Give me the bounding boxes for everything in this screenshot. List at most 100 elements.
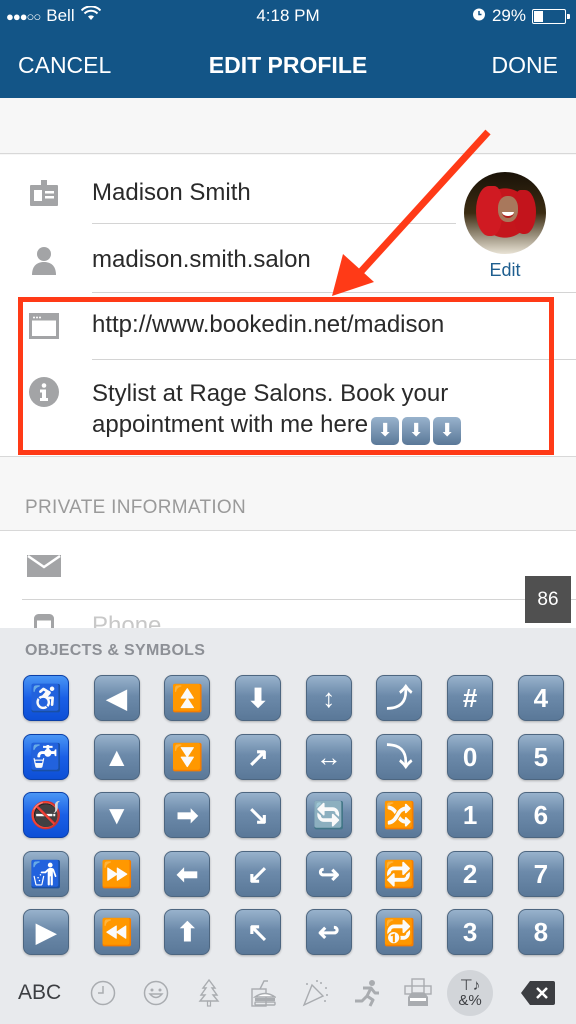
emoji-key-curve-down-arrow[interactable]: ⤵	[376, 733, 423, 780]
down-right-arrow-icon: ↘	[247, 800, 269, 830]
bio-line-1: Stylist at Rage Salons. Book your	[92, 380, 449, 407]
up-triangle-icon: ▲	[103, 741, 130, 772]
emoji-key-left-triangle[interactable]: ◀	[93, 675, 140, 721]
shuffle-icon: 🔀	[383, 800, 416, 830]
emoji-key-no-smoking[interactable]: 🚭	[23, 792, 69, 838]
abc-keyboard-button[interactable]: ABC	[18, 976, 61, 1010]
emoji-key-shuffle[interactable]: 🔀	[376, 792, 423, 838]
browser-window-icon	[27, 309, 61, 343]
emoji-key-up-triangle[interactable]: ▲	[93, 733, 140, 780]
emoji-key-play[interactable]: ▶	[23, 909, 69, 955]
emoji-key-curve-up-arrow[interactable]: ⤴	[376, 675, 423, 721]
emoji-key-digit-4[interactable]: 4	[517, 675, 564, 721]
symbols-emoji-tab[interactable]: ⊤♪ &%	[447, 970, 493, 1016]
emoji-key-digit-1[interactable]: 1	[447, 792, 494, 838]
emoji-key-up-arrow[interactable]: ⬆	[164, 909, 211, 955]
left-right-arrow-icon: ↔	[315, 741, 342, 772]
emoji-key-double-down[interactable]: ⏬	[164, 733, 211, 780]
digit-8-icon: 8	[533, 917, 549, 947]
left-triangle-icon: ◀	[106, 683, 127, 713]
up-left-arrow-icon: ↖	[247, 917, 269, 947]
top-bar: ●●●○○ Bell 4:18 PM 29% CANCEL EDIT PROFI…	[0, 0, 576, 98]
digit-2-icon: 2	[462, 858, 478, 889]
email-row[interactable]	[0, 531, 576, 599]
recent-emoji-tab-icon[interactable]	[88, 976, 118, 1010]
emoji-key-hash[interactable]: #	[447, 675, 494, 721]
info-icon	[27, 375, 61, 409]
status-bar: ●●●○○ Bell 4:18 PM 29%	[0, 0, 576, 32]
digit-7-icon: 7	[533, 858, 549, 889]
down-left-arrow-icon: ↙	[247, 858, 269, 889]
curve-up-arrow-icon: ⤴	[386, 683, 413, 713]
backspace-icon	[521, 981, 555, 1005]
emoji-key-digit-6[interactable]: 6	[517, 792, 564, 838]
emoji-key-left-arrow[interactable]: ⬅	[164, 850, 211, 897]
person-icon	[27, 243, 61, 277]
bio-line-2-text: appointment with me here	[92, 411, 369, 438]
rewind-icon: ⏪	[100, 917, 133, 947]
website-row[interactable]: http://www.bookedin.net/madison	[0, 293, 576, 359]
activity-emoji-tab-icon[interactable]	[352, 976, 382, 1010]
emoji-key-down-left-arrow[interactable]: ↙	[235, 850, 282, 897]
emoji-key-repeat[interactable]: 🔁	[376, 850, 423, 897]
emoji-key-digit-8[interactable]: 8	[517, 909, 564, 955]
nature-emoji-tab-icon[interactable]	[196, 976, 222, 1010]
emoji-key-up-down-arrow[interactable]: ↕	[305, 675, 352, 721]
digit-4-icon: 4	[533, 683, 549, 713]
battery-percent: 29%	[491, 6, 526, 25]
left-arrow-icon: ⬅	[176, 858, 199, 889]
emoji-key-wheelchair[interactable]: ♿	[23, 675, 69, 721]
emoji-key-down-right-arrow[interactable]: ↘	[235, 792, 282, 838]
avatar-photo-detail	[498, 196, 518, 222]
smiley-emoji-tab-icon[interactable]	[141, 976, 171, 1010]
emoji-key-digit-3[interactable]: 3	[447, 909, 494, 955]
emoji-key-down-arrow[interactable]: ⬇	[235, 675, 282, 721]
emoji-key-rewind[interactable]: ⏪	[93, 909, 140, 955]
curve-down-arrow-icon: ⤵	[386, 741, 413, 772]
double-up-icon: ⏫	[171, 683, 204, 713]
down-arrow-emoji: ⬇	[402, 416, 431, 445]
food-emoji-tab-icon[interactable]	[248, 976, 278, 1010]
username-field[interactable]: madison.smith.salon	[92, 246, 311, 274]
emoji-key-repeat-one[interactable]: 🔂	[376, 909, 423, 955]
repeat-icon: 🔁	[383, 858, 416, 889]
up-right-arrow-icon: ↗	[247, 741, 269, 772]
emoji-key-litter-bin[interactable]: 🚮	[23, 850, 69, 897]
up-arrow-icon: ⬆	[176, 917, 199, 947]
done-button[interactable]: DONE	[492, 52, 558, 79]
avatar[interactable]	[464, 172, 546, 254]
emoji-key-double-up[interactable]: ⏫	[164, 675, 211, 721]
emoji-key-hook-right[interactable]: ↪	[305, 850, 352, 897]
double-down-icon: ⏬	[171, 741, 204, 772]
emoji-key-left-right-arrow[interactable]: ↔	[305, 733, 352, 780]
digit-3-icon: 3	[462, 917, 478, 947]
emoji-key-digit-5[interactable]: 5	[517, 733, 564, 780]
emoji-key-digit-7[interactable]: 7	[517, 850, 564, 897]
emoji-key-right-arrow[interactable]: ➡	[164, 792, 211, 838]
hook-left-icon: ↩	[317, 917, 340, 947]
digit-6-icon: 6	[533, 800, 549, 830]
cancel-button[interactable]: CANCEL	[18, 52, 111, 79]
down-triangle-icon: ▼	[103, 800, 130, 830]
delete-button[interactable]	[520, 976, 556, 1010]
emoji-key-up-right-arrow[interactable]: ↗	[235, 733, 282, 780]
emoji-key-fast-forward[interactable]: ⏩	[93, 850, 140, 897]
website-field[interactable]: http://www.bookedin.net/madison	[92, 311, 444, 339]
emoji-key-up-left-arrow[interactable]: ↖	[235, 909, 282, 955]
emoji-key-down-triangle[interactable]: ▼	[93, 792, 140, 838]
hash-icon: #	[462, 683, 478, 713]
emoji-key-digit-0[interactable]: 0	[447, 733, 494, 780]
emoji-key-refresh[interactable]: 🔄	[305, 792, 352, 838]
travel-emoji-tab-icon[interactable]	[403, 976, 433, 1010]
symbols-tab-glyph-top: ⊤♪	[459, 977, 481, 994]
edit-avatar-link[interactable]: Edit	[464, 260, 546, 281]
full-name-field[interactable]: Madison Smith	[92, 179, 251, 207]
celebration-emoji-tab-icon[interactable]	[300, 976, 330, 1010]
bio-field[interactable]: Stylist at Rage Salons. Book your appoin…	[92, 378, 462, 445]
keyboard-bottom-bar: ABC ⊤♪ &%	[0, 964, 576, 1024]
emoji-key-potable-water[interactable]: 🚰	[23, 733, 69, 780]
down-arrow-emoji-group: ⬇ ⬇ ⬇	[368, 411, 462, 445]
bio-row[interactable]: Stylist at Rage Salons. Book your appoin…	[0, 360, 576, 456]
emoji-key-hook-left[interactable]: ↩	[305, 909, 352, 955]
emoji-key-digit-2[interactable]: 2	[447, 850, 494, 897]
